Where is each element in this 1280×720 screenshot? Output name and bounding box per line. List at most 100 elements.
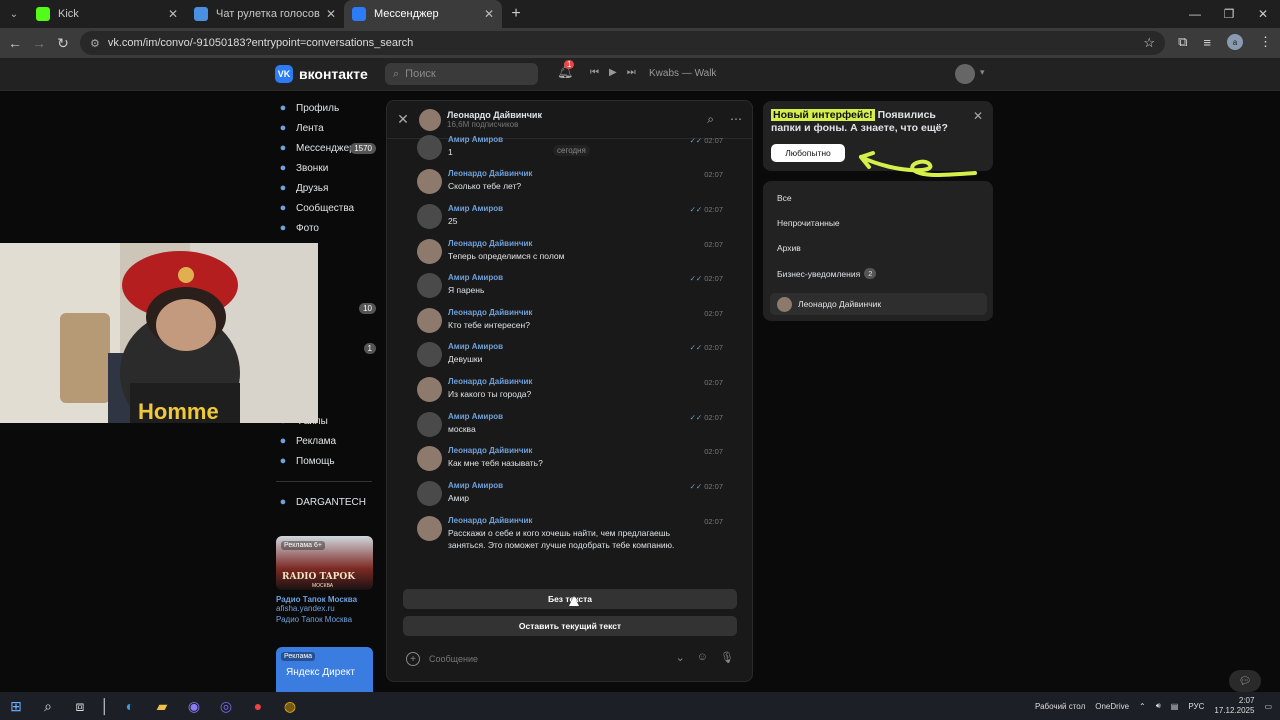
chat-avatar[interactable] [419,108,441,131]
reload-icon[interactable]: ↻ [51,35,75,52]
tab-close-icon[interactable]: ✕ [326,7,336,21]
browser-menu-icon[interactable]: ⋮ [1259,34,1272,50]
windows-start-icon[interactable]: ⊞ [0,692,32,720]
tab-chat-roulette[interactable]: Чат рулетка голосовая — Nek ✕ [186,0,344,28]
extensions-icon[interactable]: ⧉ [1178,34,1187,50]
sidebar-item[interactable]: ● Звонки [276,158,376,178]
folder-item[interactable]: Все [777,193,792,203]
sidebar-item[interactable]: ● Фото [276,218,376,238]
onedrive-label[interactable]: OneDrive [1095,702,1129,711]
edge-icon[interactable]: ◐ [114,692,146,720]
obs-icon[interactable]: ◎ [210,692,242,720]
message-author[interactable]: Леонардо Дайвинчик [448,446,532,455]
ad-banner-image[interactable]: Реклама Яндекс Директ [276,647,373,692]
tab-search-menu-icon[interactable]: ⌄ [0,0,28,28]
search-icon[interactable]: ⌕ [707,112,714,127]
tab-messenger[interactable]: Мессенджер ✕ [344,0,502,28]
forward-icon[interactable]: → [27,35,51,51]
chevron-down-icon[interactable]: ⌄ [676,651,685,664]
language-indicator[interactable]: РУС [1188,702,1204,711]
promo-curious-button[interactable]: Любопытно [771,144,845,162]
ad-banner-image[interactable]: Реклама 6+ RADIO TAPOK МОСКВА [276,536,373,590]
back-icon[interactable]: ← [3,35,27,51]
restore-icon[interactable]: ❐ [1212,0,1246,28]
tray-chevron-icon[interactable]: ⌃ [1139,702,1146,711]
site-info-icon[interactable]: ⚙ [90,37,100,50]
message[interactable]: Леонардо Дайвинчик Теперь определимся с п… [417,239,723,271]
folder-item[interactable]: Бизнес-уведомления 2 [777,268,877,279]
avatar[interactable] [417,135,442,160]
clock[interactable]: 2:07 17.12.2025 [1214,696,1254,716]
profile-avatar[interactable]: a [1227,34,1243,50]
message-author[interactable]: Леонардо Дайвинчик [448,308,532,317]
attach-plus-icon[interactable]: + [406,652,420,666]
sidebar-item[interactable]: ● Мессенджер 1570 [276,138,376,158]
avatar[interactable] [417,342,442,367]
message-author[interactable]: Леонардо Дайвинчик [448,516,532,525]
ad-title[interactable]: Радио Тапок Москва [276,595,373,604]
sidebar-item[interactable]: ● Друзья [276,178,376,198]
avatar[interactable] [417,412,442,437]
message-author[interactable]: Леонардо Дайвинчик [448,377,532,386]
avatar[interactable] [417,308,442,333]
message[interactable]: Амир Амиров 1 ✓✓ 02:07 [417,135,723,167]
message-author[interactable]: Амир Амиров [448,204,503,213]
avatar[interactable] [417,273,442,298]
avatar[interactable] [417,239,442,264]
tab-kick[interactable]: Kick ✕ [28,0,186,28]
message[interactable]: Леонардо Дайвинчик Сколько тебе лет? 02:07 [417,169,723,201]
message[interactable]: Амир Амиров москва ✓✓ 02:07 [417,412,723,444]
message[interactable]: Амир Амиров Амир ✓✓ 02:07 [417,481,723,513]
ad-block-yandex[interactable]: Реклама Яндекс Директ [276,647,373,692]
quick-reply-keep-text-button[interactable]: Оставить текущий текст [403,616,737,636]
sidebar-item[interactable]: ● Профиль [276,98,376,118]
previous-track-icon[interactable]: ⏮ [590,67,599,78]
folder-item[interactable]: Непрочитанные [777,218,840,228]
desktop-label[interactable]: Рабочий стол [1035,702,1085,711]
message-input[interactable]: Сообщение [429,654,478,664]
message[interactable]: Амир Амиров 25 ✓✓ 02:07 [417,204,723,236]
message-author[interactable]: Амир Амиров [448,135,503,144]
message[interactable]: Леонардо Дайвинчик Как мне тебя называть?… [417,446,723,478]
ad-subtitle[interactable]: Радио Тапок Москва [276,615,373,624]
minimize-icon[interactable]: — [1178,0,1212,28]
more-icon[interactable]: ⋯ [730,112,742,127]
avatar[interactable] [417,377,442,402]
message-author[interactable]: Амир Амиров [448,273,503,282]
close-window-icon[interactable]: ✕ [1246,0,1280,28]
message[interactable]: Амир Амиров Я парень ✓✓ 02:07 [417,273,723,305]
app-icon[interactable]: ● [242,692,274,720]
discord-icon[interactable]: ◉ [178,692,210,720]
chevron-down-icon[interactable]: ▾ [980,67,985,78]
user-avatar[interactable] [955,64,975,84]
sidebar-item[interactable]: ● Реклама [276,431,376,451]
new-tab-button[interactable]: + [502,5,530,23]
sidebar-item[interactable]: ● Лента [276,118,376,138]
avatar[interactable] [417,204,442,229]
ad-domain[interactable]: afisha.yandex.ru [276,604,373,613]
chat-title-block[interactable]: Леонардо Дайвинчик 16,6M подписчиков [447,110,542,129]
emoji-icon[interactable]: ☺ [697,651,708,664]
sidebar-item[interactable]: ● Помощь [276,451,376,471]
avatar[interactable] [417,481,442,506]
file-explorer-icon[interactable]: ▰ [146,692,178,720]
close-chat-icon[interactable]: ✕ [387,111,419,128]
message-author[interactable]: Леонардо Дайвинчик [448,169,532,178]
bookmark-star-icon[interactable]: ☆ [1143,35,1155,51]
promo-close-icon[interactable]: ✕ [973,109,983,123]
folder-item[interactable]: Архив [777,243,801,253]
message-author[interactable]: Амир Амиров [448,412,503,421]
message-author[interactable]: Леонардо Дайвинчик [448,239,532,248]
current-track[interactable]: Kwabs — Walk [649,68,716,79]
message[interactable]: Леонардо Дайвинчик Расскажи о себе и кого… [417,516,723,550]
message-author[interactable]: Амир Амиров [448,342,503,351]
message-author[interactable]: Амир Амиров [448,481,503,490]
url-field[interactable]: ⚙ vk.com/im/convo/-91050183?entrypoint=c… [80,31,1165,55]
media-controls-icon[interactable]: ≡ [1203,35,1211,50]
notifications-bell-icon[interactable]: 🔔︎ 1 [557,60,575,80]
avatar[interactable] [417,446,442,471]
search-input[interactable]: ⌕ Поиск [385,63,538,85]
microphone-icon[interactable]: 🎙︎ [720,651,734,664]
message[interactable]: Амир Амиров Девушки ✓✓ 02:07 [417,342,723,374]
selected-chat-item[interactable]: Леонардо Дайвинчик [770,293,987,315]
